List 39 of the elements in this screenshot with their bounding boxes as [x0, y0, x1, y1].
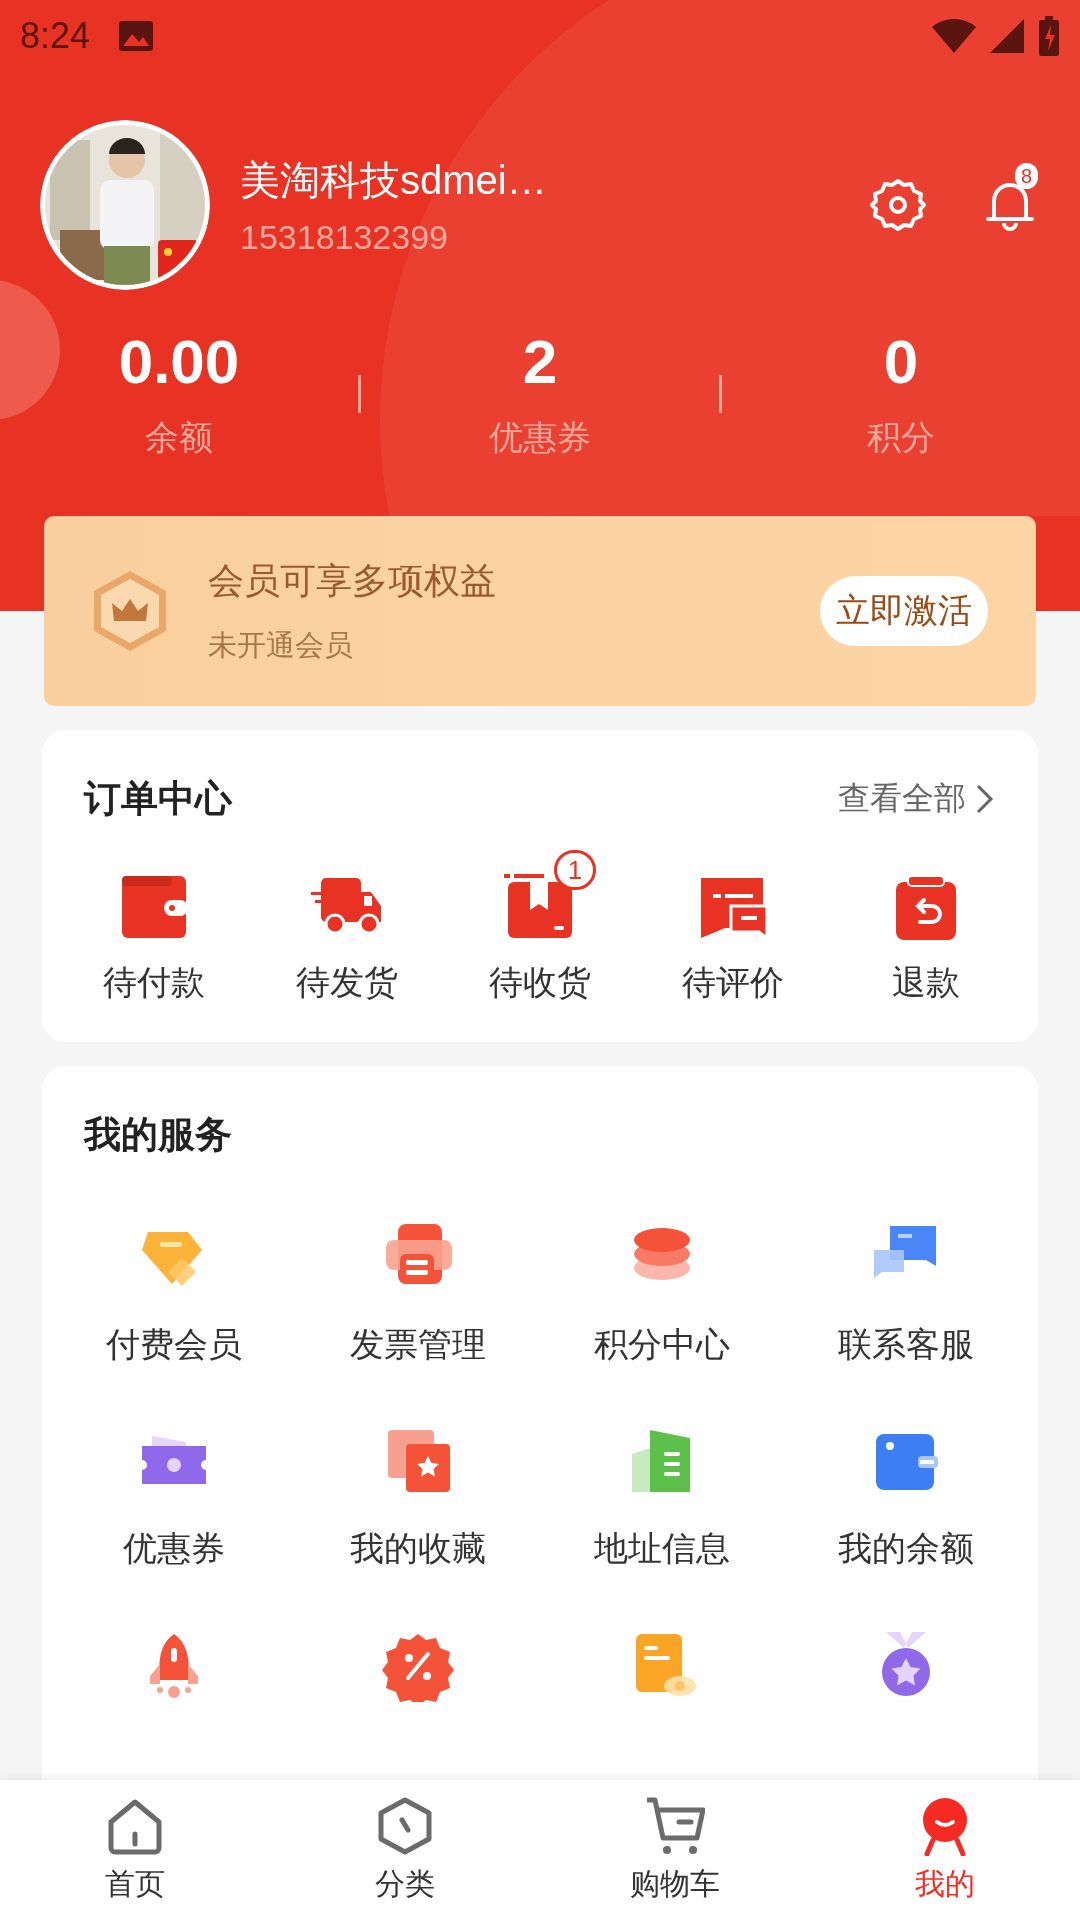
image-icon [118, 20, 155, 52]
tab-item[interactable]: 首页 [0, 1780, 270, 1920]
chevron-right-icon [974, 782, 996, 816]
cart-icon [645, 1795, 705, 1856]
service-item[interactable]: 地址信息 [540, 1426, 784, 1572]
membership-status: 未开通会员 [208, 627, 354, 663]
order-status-item[interactable]: 待收货 1 [470, 850, 610, 1006]
status-time: 8:24 [20, 15, 91, 57]
stat-value: 0 [883, 326, 919, 397]
section-title: 订单中心 [84, 777, 232, 821]
view-all-link[interactable]: 查看全部 [838, 777, 996, 821]
service-item[interactable]: 发票管理 [296, 1222, 540, 1368]
wifi-icon [932, 19, 976, 53]
stat-label: 优惠券 [489, 417, 591, 458]
stat-value: 0.00 [118, 326, 240, 397]
order-status-item[interactable]: 退款 [856, 850, 996, 1006]
tab-item[interactable]: 我的 [810, 1780, 1080, 1920]
order-status-item[interactable]: 待评价 [663, 850, 803, 1006]
order-status-item[interactable]: 待发货 [277, 850, 417, 1006]
battery-icon [1038, 16, 1060, 56]
section-title: 我的服务 [84, 1113, 232, 1157]
service-item[interactable]: 我的收藏 [296, 1426, 540, 1572]
count-badge: 1 [554, 850, 596, 890]
service-item[interactable]: 付费会员 [52, 1222, 296, 1368]
tab-item[interactable]: 购物车 [540, 1780, 810, 1920]
stat-label: 积分 [867, 417, 935, 458]
membership-title: 会员可享多项权益 [208, 558, 497, 603]
order-status-item[interactable]: 待付款 [84, 850, 224, 1006]
user-name: 美淘科技sdmei… [240, 157, 548, 204]
signal-icon [990, 19, 1024, 53]
service-item[interactable]: 积分中心 [540, 1222, 784, 1368]
activate-button[interactable]: 立即激活 [820, 576, 988, 646]
phone-number: 15318132399 [240, 218, 449, 257]
stat-label: 余额 [145, 417, 213, 458]
stat-value: 2 [522, 326, 558, 397]
service-item[interactable]: 我的余额 [784, 1426, 1028, 1572]
service-item[interactable]: 联系客服 [784, 1222, 1028, 1368]
service-item[interactable]: 优惠券 [52, 1426, 296, 1572]
tab-item[interactable]: 分类 [270, 1780, 540, 1920]
